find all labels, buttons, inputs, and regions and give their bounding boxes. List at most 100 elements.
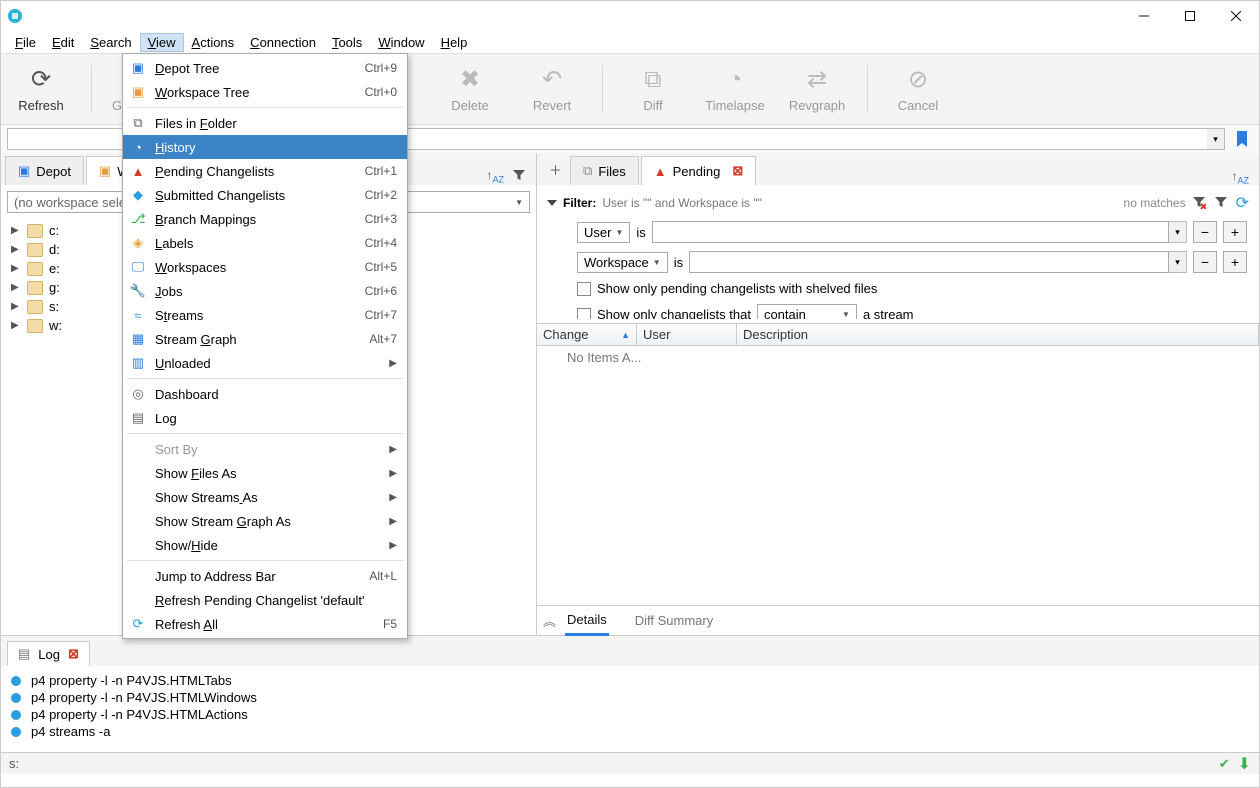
workspace-combo[interactable]: Workspace▼ bbox=[577, 252, 668, 273]
menu-item-jobs[interactable]: 🔧JobsCtrl+6 bbox=[123, 279, 407, 303]
maximize-button[interactable] bbox=[1167, 1, 1213, 31]
expand-icon[interactable]: ▶ bbox=[11, 263, 21, 274]
log-tab-label: Log bbox=[38, 647, 60, 662]
filter-icon[interactable] bbox=[1214, 195, 1228, 212]
clear-filter-icon[interactable] bbox=[1192, 195, 1206, 212]
expand-icon[interactable]: ︽ bbox=[543, 611, 556, 630]
tab-pending-label: Pending bbox=[673, 164, 721, 179]
minimize-button[interactable] bbox=[1121, 1, 1167, 31]
is-label: is bbox=[636, 225, 645, 240]
menu-item-show-streams-as[interactable]: Show Streams As▶ bbox=[123, 485, 407, 509]
menu-item-history[interactable]: ◔History bbox=[123, 135, 407, 159]
files-folder-icon: ⧉ bbox=[129, 114, 147, 132]
menu-item-refresh-all[interactable]: ⟳Refresh AllF5 bbox=[123, 612, 407, 636]
menu-window[interactable]: Window bbox=[370, 33, 432, 52]
bookmark-icon[interactable] bbox=[1231, 128, 1253, 150]
expand-icon[interactable]: ▶ bbox=[11, 320, 21, 331]
col-change[interactable]: Change▲ bbox=[537, 324, 637, 345]
log-dot-icon bbox=[11, 727, 21, 737]
sort-icon[interactable]: ↑AZ bbox=[486, 168, 504, 184]
tab-pending[interactable]: ▲ Pending ⊠ bbox=[641, 156, 757, 185]
tab-depot[interactable]: ▣ Depot bbox=[5, 156, 84, 185]
shelved-checkbox[interactable] bbox=[577, 282, 591, 296]
sort-icon[interactable]: ↑AZ bbox=[1231, 169, 1249, 185]
menu-item-pending-changelists[interactable]: ▲Pending ChangelistsCtrl+1 bbox=[123, 159, 407, 183]
submenu-arrow-icon: ▶ bbox=[389, 468, 397, 479]
col-user[interactable]: User bbox=[637, 324, 737, 345]
remove-workspace-filter[interactable]: − bbox=[1193, 251, 1217, 273]
add-tab-button[interactable]: ＋ bbox=[541, 154, 570, 185]
toolbar-label: Timelapse bbox=[705, 98, 764, 113]
menu-item-jump-to-address-bar[interactable]: Jump to Address BarAlt+L bbox=[123, 564, 407, 588]
add-user-filter[interactable]: + bbox=[1223, 221, 1247, 243]
log-tab[interactable]: ▤ Log ⊠ bbox=[7, 641, 90, 666]
tab-diff-summary[interactable]: Diff Summary bbox=[633, 607, 716, 634]
menu-item-files-in-folder[interactable]: ⧉Files in Folder bbox=[123, 111, 407, 135]
menu-item-label: Workspace Tree bbox=[155, 85, 357, 100]
menu-item-label: Unloaded bbox=[155, 356, 381, 371]
menu-item-label: Show Files As bbox=[155, 466, 381, 481]
filter-icon[interactable] bbox=[512, 168, 526, 185]
user-combo[interactable]: User▼ bbox=[577, 222, 630, 243]
expand-icon[interactable]: ▶ bbox=[11, 225, 21, 236]
blank-icon bbox=[129, 591, 147, 609]
menu-item-log[interactable]: ▤Log bbox=[123, 406, 407, 430]
menu-item-label: Refresh All bbox=[155, 617, 375, 632]
menu-item-stream-graph[interactable]: ▦Stream GraphAlt+7 bbox=[123, 327, 407, 351]
close-button[interactable] bbox=[1213, 1, 1259, 31]
menu-connection[interactable]: Connection bbox=[242, 33, 324, 52]
view-menu-dropdown: ▣Depot TreeCtrl+9▣Workspace TreeCtrl+0 ⧉F… bbox=[122, 53, 408, 639]
filter-form: User▼ is ▾ − + Workspace▼ is ▾ − + bbox=[537, 217, 1259, 319]
expand-icon[interactable]: ▶ bbox=[11, 301, 21, 312]
col-description[interactable]: Description bbox=[737, 324, 1259, 345]
contain-combo[interactable]: contain▼ bbox=[757, 304, 857, 319]
menu-item-workspace-tree[interactable]: ▣Workspace TreeCtrl+0 bbox=[123, 80, 407, 104]
timelapse-icon: ◔ bbox=[721, 66, 749, 94]
menu-actions[interactable]: Actions bbox=[184, 33, 243, 52]
menu-shortcut: Ctrl+1 bbox=[365, 164, 397, 178]
table-header: Change▲ User Description bbox=[537, 323, 1259, 346]
user-input[interactable] bbox=[652, 221, 1169, 243]
tab-files[interactable]: ⧉ Files bbox=[570, 156, 639, 185]
menu-item-workspaces[interactable]: 🖵WorkspacesCtrl+5 bbox=[123, 255, 407, 279]
collapse-filter-icon[interactable] bbox=[547, 200, 557, 206]
add-workspace-filter[interactable]: + bbox=[1223, 251, 1247, 273]
menu-help[interactable]: Help bbox=[433, 33, 476, 52]
close-log-icon[interactable]: ⊠ bbox=[68, 646, 79, 662]
menu-edit[interactable]: Edit bbox=[44, 33, 82, 52]
toolbar-label: Revgraph bbox=[789, 98, 845, 113]
toolbar-refresh[interactable]: ⟳Refresh bbox=[9, 66, 73, 113]
menu-item-label: Pending Changelists bbox=[155, 164, 357, 179]
workspace-input[interactable] bbox=[689, 251, 1169, 273]
user-dd[interactable]: ▾ bbox=[1169, 221, 1187, 243]
workspace-dd[interactable]: ▾ bbox=[1169, 251, 1187, 273]
toolbar-diff: ⧉Diff bbox=[621, 66, 685, 113]
tab-details[interactable]: Details bbox=[565, 606, 609, 636]
status-text: s: bbox=[9, 756, 19, 771]
menu-item-streams[interactable]: ≈StreamsCtrl+7 bbox=[123, 303, 407, 327]
menu-item-show-hide[interactable]: Show/Hide▶ bbox=[123, 533, 407, 557]
close-tab-icon[interactable]: ⊠ bbox=[732, 163, 743, 179]
address-dropdown[interactable]: ▾ bbox=[1207, 128, 1225, 150]
menu-item-show-stream-graph-as[interactable]: Show Stream Graph As▶ bbox=[123, 509, 407, 533]
menu-item-show-files-as[interactable]: Show Files As ▶ bbox=[123, 461, 407, 485]
menu-view[interactable]: View bbox=[140, 33, 184, 52]
expand-icon[interactable]: ▶ bbox=[11, 244, 21, 255]
stream-checkbox[interactable] bbox=[577, 308, 591, 320]
depot-tree-icon: ▣ bbox=[129, 59, 147, 77]
filter-label: Filter: bbox=[563, 196, 596, 210]
menu-search[interactable]: Search bbox=[82, 33, 139, 52]
refresh-filter-icon[interactable]: ⟳ bbox=[1236, 193, 1249, 213]
menu-item-refresh-pending-changelist-default-[interactable]: Refresh Pending Changelist 'default' bbox=[123, 588, 407, 612]
menu-file[interactable]: File bbox=[7, 33, 44, 52]
menu-tools[interactable]: Tools bbox=[324, 33, 370, 52]
menu-item-depot-tree[interactable]: ▣Depot TreeCtrl+9 bbox=[123, 56, 407, 80]
log-dot-icon bbox=[11, 710, 21, 720]
menu-item-unloaded[interactable]: ▥Unloaded▶ bbox=[123, 351, 407, 375]
remove-user-filter[interactable]: − bbox=[1193, 221, 1217, 243]
menu-item-dashboard[interactable]: ◎Dashboard bbox=[123, 382, 407, 406]
menu-item-submitted-changelists[interactable]: ◆Submitted ChangelistsCtrl+2 bbox=[123, 183, 407, 207]
expand-icon[interactable]: ▶ bbox=[11, 282, 21, 293]
menu-item-labels[interactable]: ◈LabelsCtrl+4 bbox=[123, 231, 407, 255]
menu-item-branch-mappings[interactable]: ⎇Branch MappingsCtrl+3 bbox=[123, 207, 407, 231]
